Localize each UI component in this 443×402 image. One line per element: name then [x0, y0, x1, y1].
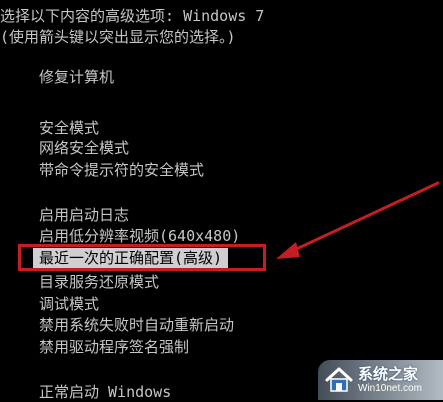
header-instructions: (使用箭头键以突出显示您的选择。) — [0, 28, 236, 46]
watermark-title: 系统之家 — [358, 365, 419, 383]
highlight-box — [18, 244, 266, 271]
menu-item-safe-mode-networking[interactable]: 网络安全模式 — [36, 138, 132, 158]
menu-item-disable-driver-signature[interactable]: 禁用驱动程序签名强制 — [36, 337, 192, 357]
watermark-url: Win10net.com — [358, 382, 422, 394]
menu-item-low-resolution-video[interactable]: 启用低分辨率视频(640x480) — [36, 226, 243, 246]
header-title: 选择以下内容的高级选项: Windows 7 — [0, 7, 265, 25]
menu-item-start-windows-normally[interactable]: 正常启动 Windows — [36, 382, 174, 402]
site-watermark: 系统之家 Win10net.com — [318, 360, 443, 400]
menu-item-directory-services-restore[interactable]: 目录服务还原模式 — [36, 272, 162, 292]
menu-item-safe-mode[interactable]: 安全模式 — [36, 118, 102, 138]
menu-item-boot-logging[interactable]: 启用启动日志 — [36, 205, 132, 225]
menu-item-repair-computer[interactable]: 修复计算机 — [36, 67, 117, 87]
house-logo-icon — [325, 367, 353, 392]
boot-options-screen: 选择以下内容的高级选项: Windows 7 (使用箭头键以突出显示您的选择。)… — [0, 0, 443, 402]
menu-item-disable-auto-restart[interactable]: 禁用系统失败时自动重新启动 — [36, 315, 237, 335]
menu-item-safe-mode-command-prompt[interactable]: 带命令提示符的安全模式 — [36, 160, 207, 180]
menu-item-debugging-mode[interactable]: 调试模式 — [36, 294, 102, 314]
